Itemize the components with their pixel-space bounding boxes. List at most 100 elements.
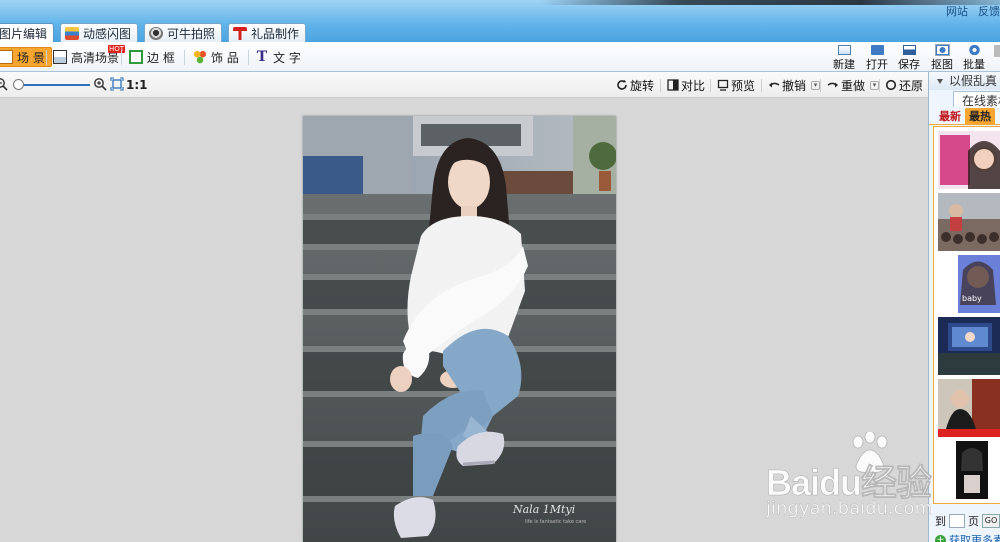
- sort-tabs: 最新 最热: [929, 108, 1000, 125]
- restore-button[interactable]: 还原: [885, 77, 923, 93]
- baidu-url: jingyan.baidu.com: [766, 498, 933, 519]
- thumbnail-image: baby: [938, 255, 1000, 313]
- zoom-out-icon[interactable]: [0, 77, 8, 91]
- redo-dropdown-icon[interactable]: ▾: [870, 80, 880, 90]
- feedback-link[interactable]: 反馈: [978, 5, 1000, 18]
- control-divider: [660, 79, 661, 92]
- tab-webcam-label: 可牛拍照: [167, 26, 216, 41]
- text-label: 文 字: [273, 50, 301, 65]
- frame-icon: [129, 50, 143, 64]
- redo-icon: [827, 82, 838, 88]
- preview-icon: [717, 79, 729, 91]
- baidu-watermark: Baidu经验 jingyan.baidu.com: [766, 432, 1000, 522]
- website-link[interactable]: 网站: [946, 5, 968, 18]
- hd-scene-icon: [53, 50, 67, 64]
- zoom-slider-handle[interactable]: [12, 79, 24, 90]
- material-thumbnail[interactable]: [938, 131, 1000, 189]
- scene-button[interactable]: 场 景: [0, 47, 52, 67]
- restore-label: 还原: [899, 78, 924, 93]
- control-divider: [761, 79, 762, 92]
- zoom-slider-track[interactable]: [14, 84, 90, 86]
- title-bar-gloss: [540, 0, 1000, 5]
- rotate-icon: [617, 79, 627, 90]
- redo-button[interactable]: 重做 ▾: [827, 77, 880, 93]
- tab-photo-edit-label: 图片编辑: [0, 26, 48, 41]
- get-more-link[interactable]: + 获取更多素材: [935, 532, 1000, 542]
- thumbnail-image: [938, 131, 1000, 189]
- tab-flash-gif[interactable]: 动感闪图: [60, 23, 139, 42]
- toolbar-divider: [121, 50, 122, 65]
- batch-button[interactable]: 批量: [959, 44, 989, 72]
- save-label: 保存: [898, 58, 920, 71]
- open-button[interactable]: 打开: [862, 44, 892, 72]
- zoom-in-icon[interactable]: [93, 77, 107, 91]
- undo-dropdown-icon[interactable]: ▾: [811, 80, 821, 90]
- tab-gift[interactable]: 礼品制作: [228, 23, 307, 42]
- undo-label: 撤销: [782, 78, 807, 93]
- tab-photo-edit[interactable]: 图片编辑: [0, 23, 55, 42]
- compare-button[interactable]: 对比: [667, 77, 705, 93]
- preview-button[interactable]: 预览: [717, 77, 755, 93]
- toolbar-divider: [248, 50, 249, 65]
- control-divider: [820, 79, 821, 92]
- get-more-label: 获取更多素材: [949, 534, 1000, 542]
- tab-newest[interactable]: 最新: [935, 108, 965, 125]
- flash-gif-icon: [65, 26, 80, 40]
- zoom-ratio[interactable]: 1:1: [126, 78, 148, 92]
- rotate-label: 旋转: [630, 78, 655, 93]
- title-bar: 网站 反馈 图片编辑 动感闪图 可牛拍照 礼品制作: [0, 0, 1000, 42]
- restore-icon: [885, 79, 897, 91]
- compare-label: 对比: [681, 78, 706, 93]
- toolbar-divider: [184, 50, 185, 65]
- toolbar-divider: [46, 50, 47, 65]
- tab-hottest[interactable]: 最热: [965, 108, 995, 125]
- webcam-icon: [149, 26, 164, 40]
- undo-button[interactable]: 撤销 ▾: [768, 77, 821, 93]
- new-label: 新建: [833, 58, 855, 71]
- collapse-arrow-icon[interactable]: [937, 79, 943, 84]
- text-button[interactable]: T 文 字: [255, 47, 301, 67]
- gear-icon: [967, 45, 981, 55]
- tab-webcam[interactable]: 可牛拍照: [144, 23, 223, 42]
- open-label: 打开: [866, 58, 888, 71]
- text-t-icon: T: [256, 49, 268, 65]
- save-button[interactable]: 保存: [894, 44, 924, 72]
- photo-signature-sub: life is fantastic take care: [525, 519, 587, 525]
- undo-icon: [769, 82, 780, 88]
- cutout-label: 抠图: [931, 58, 953, 71]
- tab-flash-gif-label: 动感闪图: [83, 26, 132, 41]
- canvas-control-bar: 1:1 旋转 对比 预览 撤销 ▾ 重做 ▾ 还原: [0, 72, 928, 98]
- edited-photo[interactable]: Nala 1Mtyi life is fantastic take care: [303, 116, 616, 542]
- module-tabs: 图片编辑 动感闪图 可牛拍照 礼品制作: [0, 23, 307, 42]
- frame-label: 边 框: [147, 50, 175, 65]
- decor-button[interactable]: 饰 品: [193, 47, 239, 67]
- material-thumbnail[interactable]: [938, 193, 1000, 251]
- control-divider: [879, 79, 880, 92]
- hot-badge: HOT: [108, 45, 126, 53]
- new-button[interactable]: 新建: [829, 44, 859, 72]
- decor-label: 饰 品: [211, 50, 239, 65]
- material-thumbnail[interactable]: [938, 379, 1000, 437]
- panel-header-label: 以假乱真: [949, 74, 998, 88]
- cutout-button[interactable]: 抠图: [927, 44, 957, 72]
- clover-icon: [193, 50, 207, 64]
- thumbnail-image: [938, 193, 1000, 251]
- plus-circle-icon: +: [935, 534, 946, 542]
- thumbnail-image: [938, 379, 1000, 437]
- scene-icon: [0, 50, 13, 64]
- panel-header[interactable]: 以假乱真: [929, 72, 1000, 90]
- tab-gift-label: 礼品制作: [251, 26, 300, 41]
- online-material-tab[interactable]: 在线素材: [953, 91, 1000, 107]
- frame-button[interactable]: 边 框: [129, 47, 175, 67]
- more-tool-button[interactable]: [990, 44, 1000, 72]
- rotate-button[interactable]: 旋转: [616, 77, 654, 93]
- fit-screen-icon[interactable]: [110, 77, 124, 91]
- material-thumbnail[interactable]: [938, 317, 1000, 375]
- batch-label: 批量: [963, 58, 985, 71]
- main-toolbar: 场 景 高清场景 HOT 边 框 饰 品 T 文 字 新建 打开 保存 抠图 批…: [0, 42, 1000, 72]
- material-thumbnail[interactable]: baby: [938, 255, 1000, 313]
- new-file-icon: [837, 45, 851, 55]
- folder-icon: [870, 45, 884, 55]
- compare-icon: [667, 79, 679, 91]
- thumbnail-image: [938, 317, 1000, 375]
